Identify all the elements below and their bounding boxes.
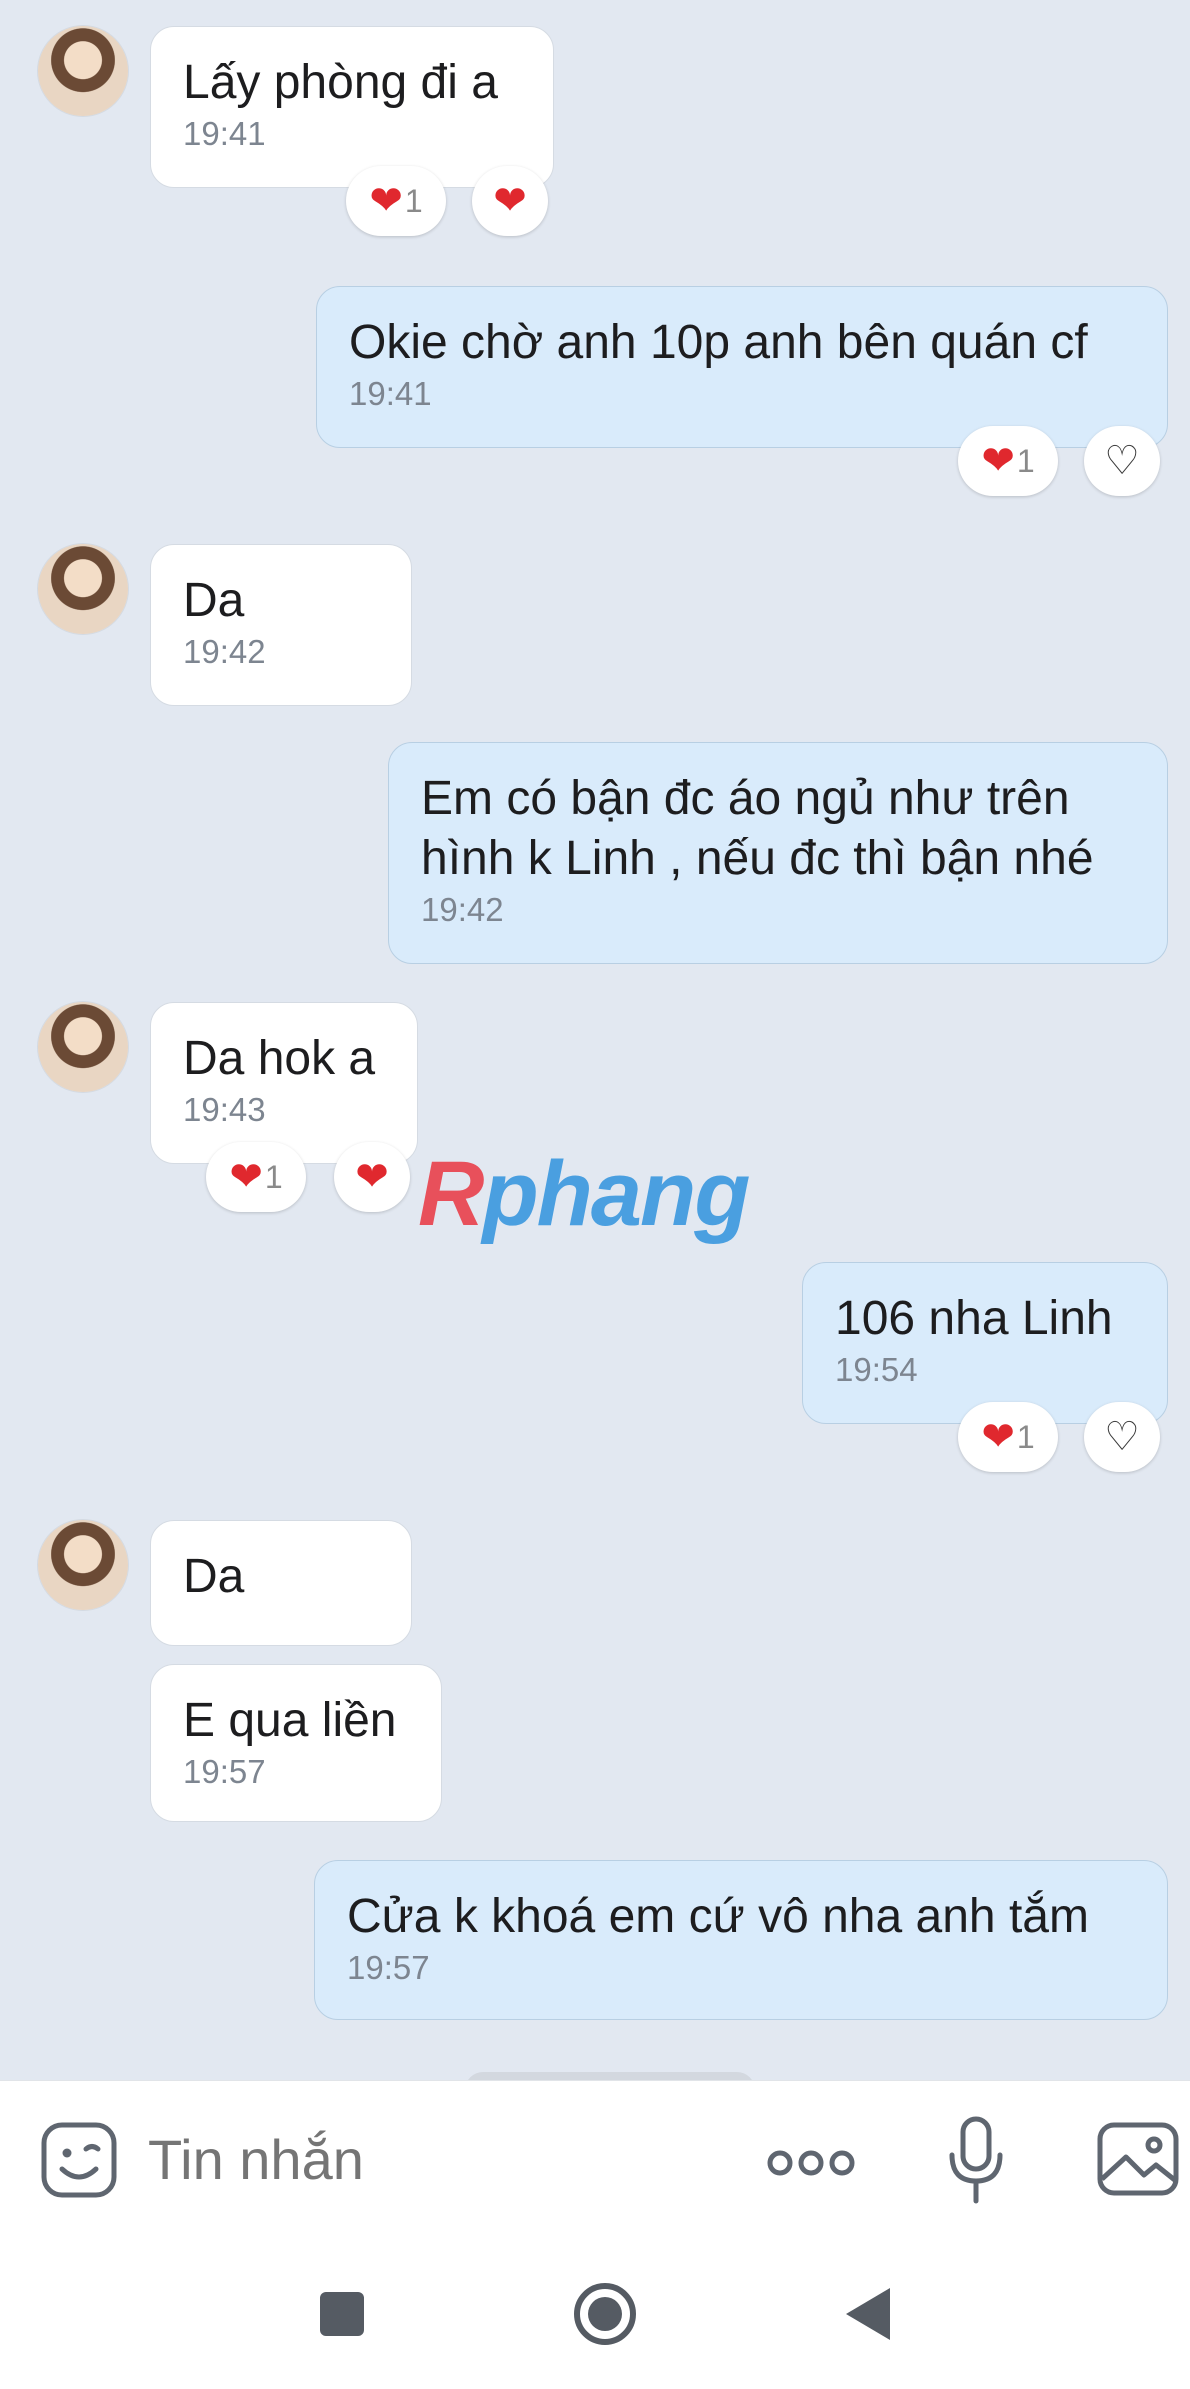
message-time: 19:41: [183, 115, 266, 152]
back-triangle-icon[interactable]: [830, 2274, 910, 2354]
image-icon[interactable]: [1096, 2119, 1180, 2199]
heart-outline-icon: ♡: [1104, 1415, 1140, 1459]
sticker-icon[interactable]: [40, 2121, 118, 2199]
message-time: 19:43: [183, 1091, 266, 1128]
more-icon[interactable]: [766, 2143, 856, 2183]
reaction-count-badge[interactable]: ❤ 1: [206, 1142, 306, 1212]
message-bubble-incoming[interactable]: Da: [150, 1520, 412, 1646]
message-text-line2: hình k Linh , nếu đc thì bận nhé: [421, 832, 1094, 885]
reaction-count-badge[interactable]: ❤ 1: [958, 1402, 1058, 1472]
reaction-count: 1: [1016, 442, 1035, 479]
reaction-count: 1: [264, 1158, 283, 1195]
message-text: Lấy phòng đi a: [183, 56, 498, 109]
circle-icon[interactable]: [565, 2274, 645, 2354]
message-composer: [0, 2080, 1190, 2241]
react-heart-button[interactable]: ❤: [472, 166, 548, 236]
react-heart-button[interactable]: ♡: [1084, 1402, 1160, 1472]
heart-icon: ❤: [981, 1415, 1015, 1459]
message-text: Cửa k khoá em cứ vô nha anh tắm: [347, 1890, 1089, 1943]
message-bubble-outgoing[interactable]: Em có bận đc áo ngủ như trên hình k Linh…: [388, 742, 1168, 964]
react-heart-button[interactable]: ❤: [334, 1142, 410, 1212]
chat-thread[interactable]: Lấy phòng đi a 19:41 ❤ 1 ❤ Okie chờ anh …: [0, 0, 1190, 2102]
watermark-text: phang: [482, 1143, 750, 1245]
heart-icon: ❤: [369, 179, 403, 223]
watermark-logo: Rphang: [418, 1142, 750, 1247]
reaction-count-badge[interactable]: ❤ 1: [958, 426, 1058, 496]
contact-avatar[interactable]: [38, 26, 128, 116]
message-text: E qua liền: [183, 1694, 397, 1747]
watermark-letter: R: [418, 1143, 484, 1245]
system-navigation-bar: [0, 2240, 1190, 2389]
heart-icon: ❤: [981, 439, 1015, 483]
reaction-count: 1: [404, 182, 423, 219]
message-time: 19:57: [183, 1753, 266, 1790]
message-bubble-incoming[interactable]: E qua liền 19:57: [150, 1664, 442, 1822]
message-text: Okie chờ anh 10p anh bên quán cf: [349, 316, 1088, 369]
message-input[interactable]: [148, 2125, 708, 2195]
heart-icon: ❤: [229, 1155, 263, 1199]
message-bubble-outgoing[interactable]: 106 nha Linh 19:54: [802, 1262, 1168, 1424]
microphone-icon[interactable]: [946, 2115, 1006, 2205]
message-time: 19:42: [183, 633, 266, 670]
message-text: Da: [183, 1550, 245, 1603]
message-bubble-outgoing[interactable]: Cửa k khoá em cứ vô nha anh tắm 19:57: [314, 1860, 1168, 2020]
message-text: Da: [183, 574, 245, 627]
message-bubble-incoming[interactable]: Da 19:42: [150, 544, 412, 706]
contact-avatar[interactable]: [38, 1520, 128, 1610]
react-heart-button[interactable]: ♡: [1084, 426, 1160, 496]
message-bubble-outgoing[interactable]: Okie chờ anh 10p anh bên quán cf 19:41: [316, 286, 1168, 448]
message-time: 19:54: [835, 1351, 918, 1388]
message-time: 19:57: [347, 1949, 430, 1986]
message-bubble-incoming[interactable]: Da hok a 19:43: [150, 1002, 418, 1164]
square-icon[interactable]: [302, 2274, 382, 2354]
heart-outline-icon: ♡: [1104, 439, 1140, 483]
heart-icon: ❤: [493, 179, 527, 223]
contact-avatar[interactable]: [38, 1002, 128, 1092]
reaction-count: 1: [1016, 1418, 1035, 1455]
message-text: Da hok a: [183, 1032, 376, 1085]
message-time: 19:42: [421, 891, 504, 928]
heart-icon: ❤: [355, 1155, 389, 1199]
message-bubble-incoming[interactable]: Lấy phòng đi a 19:41: [150, 26, 554, 188]
reaction-count-badge[interactable]: ❤ 1: [346, 166, 446, 236]
message-text-line1: Em có bận đc áo ngủ như trên: [421, 772, 1070, 825]
contact-avatar[interactable]: [38, 544, 128, 634]
message-text: 106 nha Linh: [835, 1292, 1113, 1345]
message-time: 19:41: [349, 375, 432, 412]
